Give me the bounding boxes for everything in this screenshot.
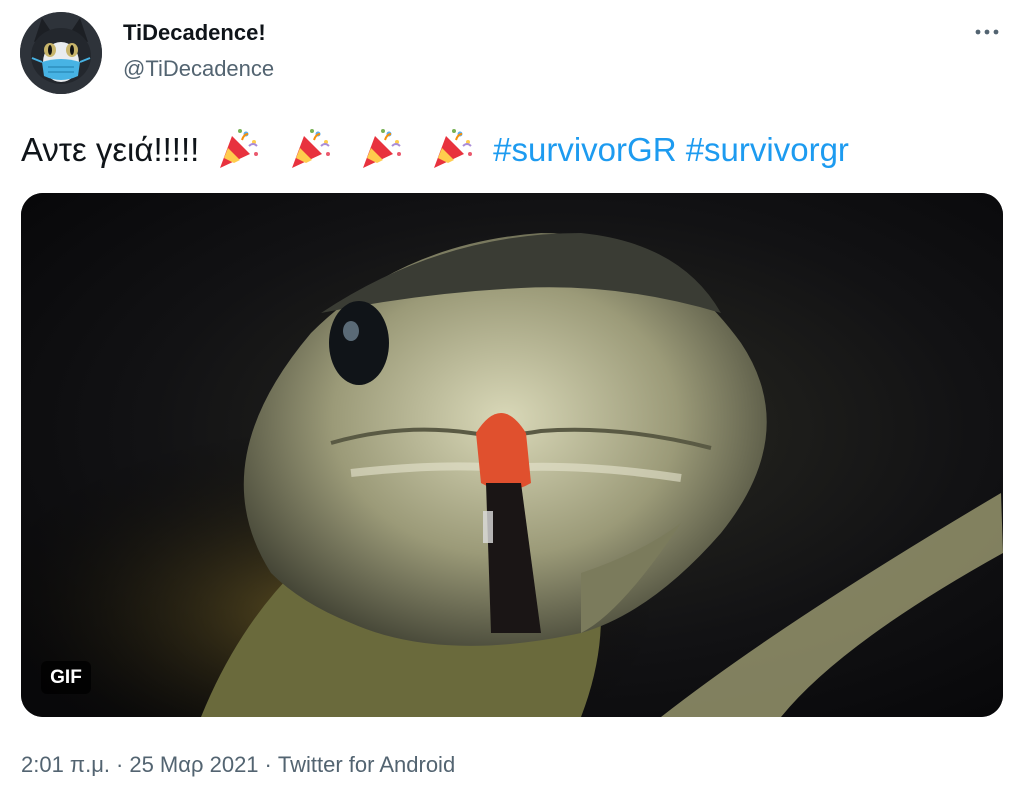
party-popper-icon: [216, 126, 260, 170]
party-popper-icon: [359, 126, 403, 170]
hashtag-link[interactable]: #survivorgr: [686, 131, 849, 168]
tweet-time[interactable]: 2:01 π.μ.: [21, 752, 110, 777]
gif-media[interactable]: GIF: [21, 193, 1003, 717]
party-popper-icon: [288, 126, 332, 170]
meta-separator: ·: [264, 752, 272, 777]
avatar[interactable]: [20, 12, 102, 94]
gif-badge: GIF: [41, 661, 91, 694]
tweet-date[interactable]: 25 Μαρ 2021: [129, 752, 258, 777]
tweet-metadata: 2:01 π.μ. · 25 Μαρ 2021 · Twitter for Androi…: [21, 752, 455, 778]
tweet-card: TiDecadence! @TiDecadence Αντε γειά!!!!!…: [0, 0, 1024, 803]
tweet-source[interactable]: Twitter for Android: [278, 752, 455, 777]
cat-avatar-icon: [20, 12, 102, 94]
snake-gif-image: [21, 193, 1003, 717]
author-handle[interactable]: @TiDecadence: [123, 56, 274, 82]
author-display-name[interactable]: TiDecadence!: [123, 20, 266, 46]
party-popper-icon: [430, 126, 474, 170]
more-horizontal-icon: [975, 29, 999, 35]
meta-separator: ·: [116, 752, 124, 777]
tweet-text-prefix: Αντε γειά!!!!!: [21, 131, 200, 168]
more-options-button[interactable]: [972, 14, 1002, 44]
tweet-text: Αντε γειά!!!!! #survivorGR #survivorgr: [21, 126, 849, 173]
hashtag-link[interactable]: #survivorGR: [493, 131, 676, 168]
